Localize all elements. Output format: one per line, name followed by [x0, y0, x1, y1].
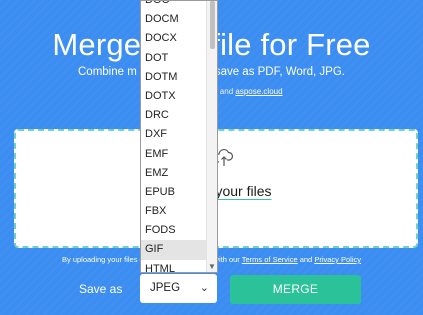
dropdown-scrollbar[interactable]: ▼ [206, 1, 217, 272]
dropdown-option-gif[interactable]: GIF [141, 240, 207, 260]
dropdown-option-epub[interactable]: EPUB [141, 183, 207, 202]
dropdown-option-emf[interactable]: EMF [141, 145, 207, 164]
dropdown-option-dotm[interactable]: DOTM [141, 68, 207, 87]
page-title-left: Merge [52, 27, 142, 62]
terms-and: and [299, 255, 313, 264]
dropdown-options: DOC DOCM DOCX DOT DOTM DOTX DRC DXF EMF EMZ EPUB FB… [141, 1, 207, 272]
powered-and: and [219, 87, 234, 96]
merge-button[interactable]: MERGE [230, 275, 361, 304]
dropdown-option-drc[interactable]: DRC [141, 106, 207, 125]
page-subtitle-right: save as PDF, Word, JPG. [214, 66, 345, 78]
dropdown-option-docm[interactable]: DOCM [141, 10, 207, 29]
page-title-right: file for Free [211, 27, 371, 62]
privacy-policy-link[interactable]: Privacy Policy [314, 255, 361, 264]
format-select[interactable]: JPEG ⌄ [140, 274, 217, 303]
save-as-label: Save as [79, 282, 123, 296]
dropdown-option-emz[interactable]: EMZ [141, 164, 207, 183]
terms-prefix: By uploading your files or u [61, 255, 153, 264]
format-select-value: JPEG [150, 282, 181, 294]
dropdown-option-dotx[interactable]: DOTX [141, 87, 207, 106]
dropdown-option-html[interactable]: HTML [141, 260, 207, 272]
dropdown-option-fbx[interactable]: FBX [141, 202, 207, 221]
dropdown-option-dot[interactable]: DOT [141, 49, 207, 68]
dropdown-option-docx[interactable]: DOCX [141, 29, 207, 48]
scroll-down-arrow-icon[interactable]: ▼ [208, 262, 216, 271]
dropdown-option-fods[interactable]: FODS [141, 221, 207, 240]
dropdown-option-doc[interactable]: DOC [141, 1, 207, 10]
page-subtitle-left: Combine m [78, 66, 137, 78]
format-dropdown-list[interactable]: DOC DOCM DOCX DOT DOTM DOTX DRC DXF EMF EMZ EPUB FB… [140, 0, 218, 273]
powered-link-aspose-cloud[interactable]: aspose.cloud [235, 87, 282, 96]
terms-of-service-link[interactable]: Terms of Service [242, 255, 298, 264]
chevron-down-icon: ⌄ [199, 282, 209, 294]
scroll-thumb[interactable] [210, 1, 215, 49]
dropdown-option-dxf[interactable]: DXF [141, 125, 207, 144]
